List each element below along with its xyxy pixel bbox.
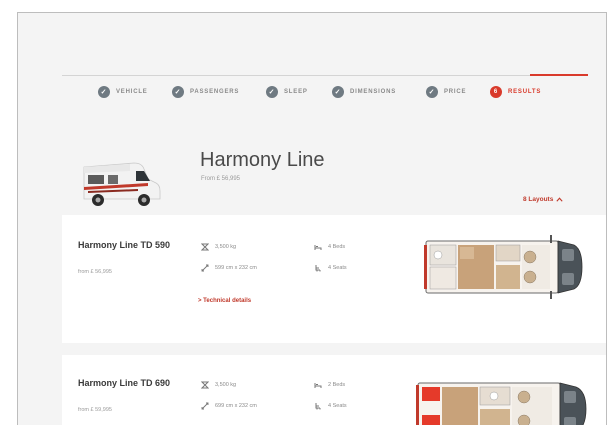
floorplan-image <box>424 235 583 299</box>
step-label: PASSENGERS <box>190 89 240 95</box>
layout-name: Harmony Line TD 690 <box>78 378 171 388</box>
step-label: DIMENSIONS <box>350 89 397 95</box>
step-vehicle[interactable]: ✓ VEHICLE <box>98 83 148 101</box>
step-passengers[interactable]: ✓ PASSENGERS <box>172 83 239 101</box>
page-title: Harmony Line <box>200 149 325 171</box>
step-sleep[interactable]: ✓ SLEEP <box>266 83 308 101</box>
active-step-indicator <box>530 74 588 76</box>
layouts-toggle[interactable]: 8 Layouts <box>523 196 563 203</box>
check-icon: ✓ <box>172 86 184 98</box>
wizard-steps: ✓ VEHICLE ✓ PASSENGERS ✓ SLEEP ✓ DIMENSI… <box>62 69 588 101</box>
step-number: 6 <box>490 86 502 98</box>
step-dimensions[interactable]: ✓ DIMENSIONS <box>332 83 396 101</box>
motorhome-image <box>83 162 161 206</box>
layout-card[interactable]: Harmony Line TD 590 from £ 56,995 3,500 … <box>62 215 606 343</box>
weight-value: 3,500 kg <box>215 244 237 250</box>
resize-icon <box>201 264 209 272</box>
floorplan-image <box>416 382 587 425</box>
seat-icon <box>314 264 322 272</box>
seats-value: 4 Seats <box>328 403 347 409</box>
step-price[interactable]: ✓ PRICE <box>426 83 466 101</box>
layout-card[interactable]: Harmony Line TD 690 from £ 59,995 3,500 … <box>62 355 606 425</box>
spec-beds: 4 Beds <box>314 243 345 251</box>
seat-icon <box>314 402 322 410</box>
bed-icon <box>314 243 322 251</box>
dimensions-value: 599 cm x 232 cm <box>215 265 257 271</box>
chevron-up-icon <box>556 197 563 202</box>
spec-seats: 4 Seats <box>314 402 347 410</box>
resize-icon <box>201 402 209 410</box>
step-label: PRICE <box>444 89 467 95</box>
weight-value: 3,500 kg <box>215 382 237 388</box>
technical-details-link[interactable]: > Technical details <box>198 298 251 304</box>
spec-dimensions: 699 cm x 232 cm <box>201 402 257 410</box>
step-results[interactable]: 6 RESULTS <box>490 83 541 101</box>
spec-dimensions: 599 cm x 232 cm <box>201 264 257 272</box>
from-price: From £ 56,995 <box>201 176 241 182</box>
check-icon: ✓ <box>266 86 278 98</box>
seats-value: 4 Seats <box>328 265 347 271</box>
check-icon: ✓ <box>98 86 110 98</box>
results-frame: ✓ VEHICLE ✓ PASSENGERS ✓ SLEEP ✓ DIMENSI… <box>17 12 607 425</box>
spec-beds: 2 Beds <box>314 381 345 389</box>
weight-icon <box>201 381 209 389</box>
layout-price: from £ 59,995 <box>78 407 112 413</box>
beds-value: 2 Beds <box>328 382 346 388</box>
spec-weight: 3,500 kg <box>201 243 236 251</box>
step-label: RESULTS <box>508 89 542 95</box>
layout-name: Harmony Line TD 590 <box>78 240 171 250</box>
weight-icon <box>201 243 209 251</box>
spec-seats: 4 Seats <box>314 264 347 272</box>
step-label: VEHICLE <box>116 89 148 95</box>
layouts-label: 8 Layouts <box>523 196 554 203</box>
check-icon: ✓ <box>332 86 344 98</box>
steps-divider <box>62 75 574 76</box>
check-icon: ✓ <box>426 86 438 98</box>
bed-icon <box>314 381 322 389</box>
dimensions-value: 699 cm x 232 cm <box>215 403 257 409</box>
spec-weight: 3,500 kg <box>201 381 236 389</box>
layout-price: from £ 56,995 <box>78 269 112 275</box>
beds-value: 4 Beds <box>328 244 346 250</box>
step-label: SLEEP <box>284 89 308 95</box>
